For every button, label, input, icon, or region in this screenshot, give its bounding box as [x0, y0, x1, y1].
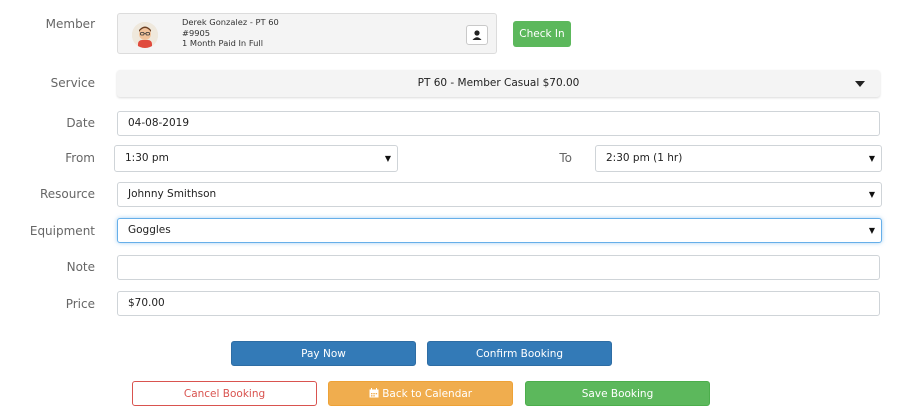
- resource-value: Johnny Smithson: [128, 188, 217, 200]
- caret-down-icon: [855, 81, 865, 87]
- check-in-button[interactable]: Check In: [513, 21, 571, 47]
- member-id: #9905: [182, 27, 211, 38]
- to-select[interactable]: 2:30 pm (1 hr) ▼: [595, 145, 882, 172]
- service-label: Service: [50, 76, 95, 90]
- back-to-calendar-label: Back to Calendar: [382, 388, 473, 400]
- equipment-label: Equipment: [29, 224, 95, 238]
- caret-down-icon: ▼: [868, 154, 875, 163]
- service-select[interactable]: PT 60 - Member Casual $70.00: [117, 70, 880, 97]
- pay-now-button[interactable]: Pay Now: [231, 341, 416, 366]
- note-label: Note: [66, 260, 95, 274]
- member-plan: 1 Month Paid In Full: [182, 38, 264, 48]
- price-value: $70.00: [128, 297, 165, 309]
- date-value: 04-08-2019: [128, 117, 190, 129]
- date-label: Date: [66, 116, 95, 130]
- member-avatar: [132, 22, 158, 48]
- confirm-booking-button[interactable]: Confirm Booking: [427, 341, 612, 366]
- member-profile-button[interactable]: [466, 25, 488, 45]
- member-label: Member: [45, 17, 95, 31]
- resource-label: Resource: [39, 187, 95, 201]
- price-input[interactable]: $70.00: [117, 291, 880, 316]
- date-input[interactable]: 04-08-2019: [117, 111, 880, 136]
- caret-down-icon: ▼: [868, 226, 875, 235]
- service-value: PT 60 - Member Casual $70.00: [417, 77, 580, 89]
- to-value: 2:30 pm (1 hr): [606, 152, 683, 164]
- save-booking-button[interactable]: Save Booking: [525, 381, 710, 406]
- resource-select[interactable]: Johnny Smithson ▼: [117, 182, 882, 207]
- from-label: From: [65, 151, 95, 165]
- caret-down-icon: ▼: [868, 190, 875, 199]
- to-label: To: [559, 151, 572, 165]
- member-card: Derek Gonzalez - PT 60 #9905 1 Month Pai…: [117, 13, 497, 54]
- equipment-select[interactable]: Goggles ▼: [117, 218, 882, 243]
- calendar-icon: [369, 388, 379, 398]
- from-value: 1:30 pm: [125, 152, 169, 164]
- equipment-value: Goggles: [128, 224, 171, 236]
- cancel-booking-button[interactable]: Cancel Booking: [132, 381, 317, 406]
- back-to-calendar-button[interactable]: Back to Calendar: [328, 381, 513, 406]
- note-input[interactable]: [117, 255, 880, 280]
- member-name: Derek Gonzalez - PT 60: [182, 17, 279, 27]
- price-label: Price: [65, 297, 95, 311]
- from-select[interactable]: 1:30 pm ▼: [114, 145, 398, 172]
- user-icon: [472, 30, 482, 40]
- caret-down-icon: ▼: [384, 154, 391, 163]
